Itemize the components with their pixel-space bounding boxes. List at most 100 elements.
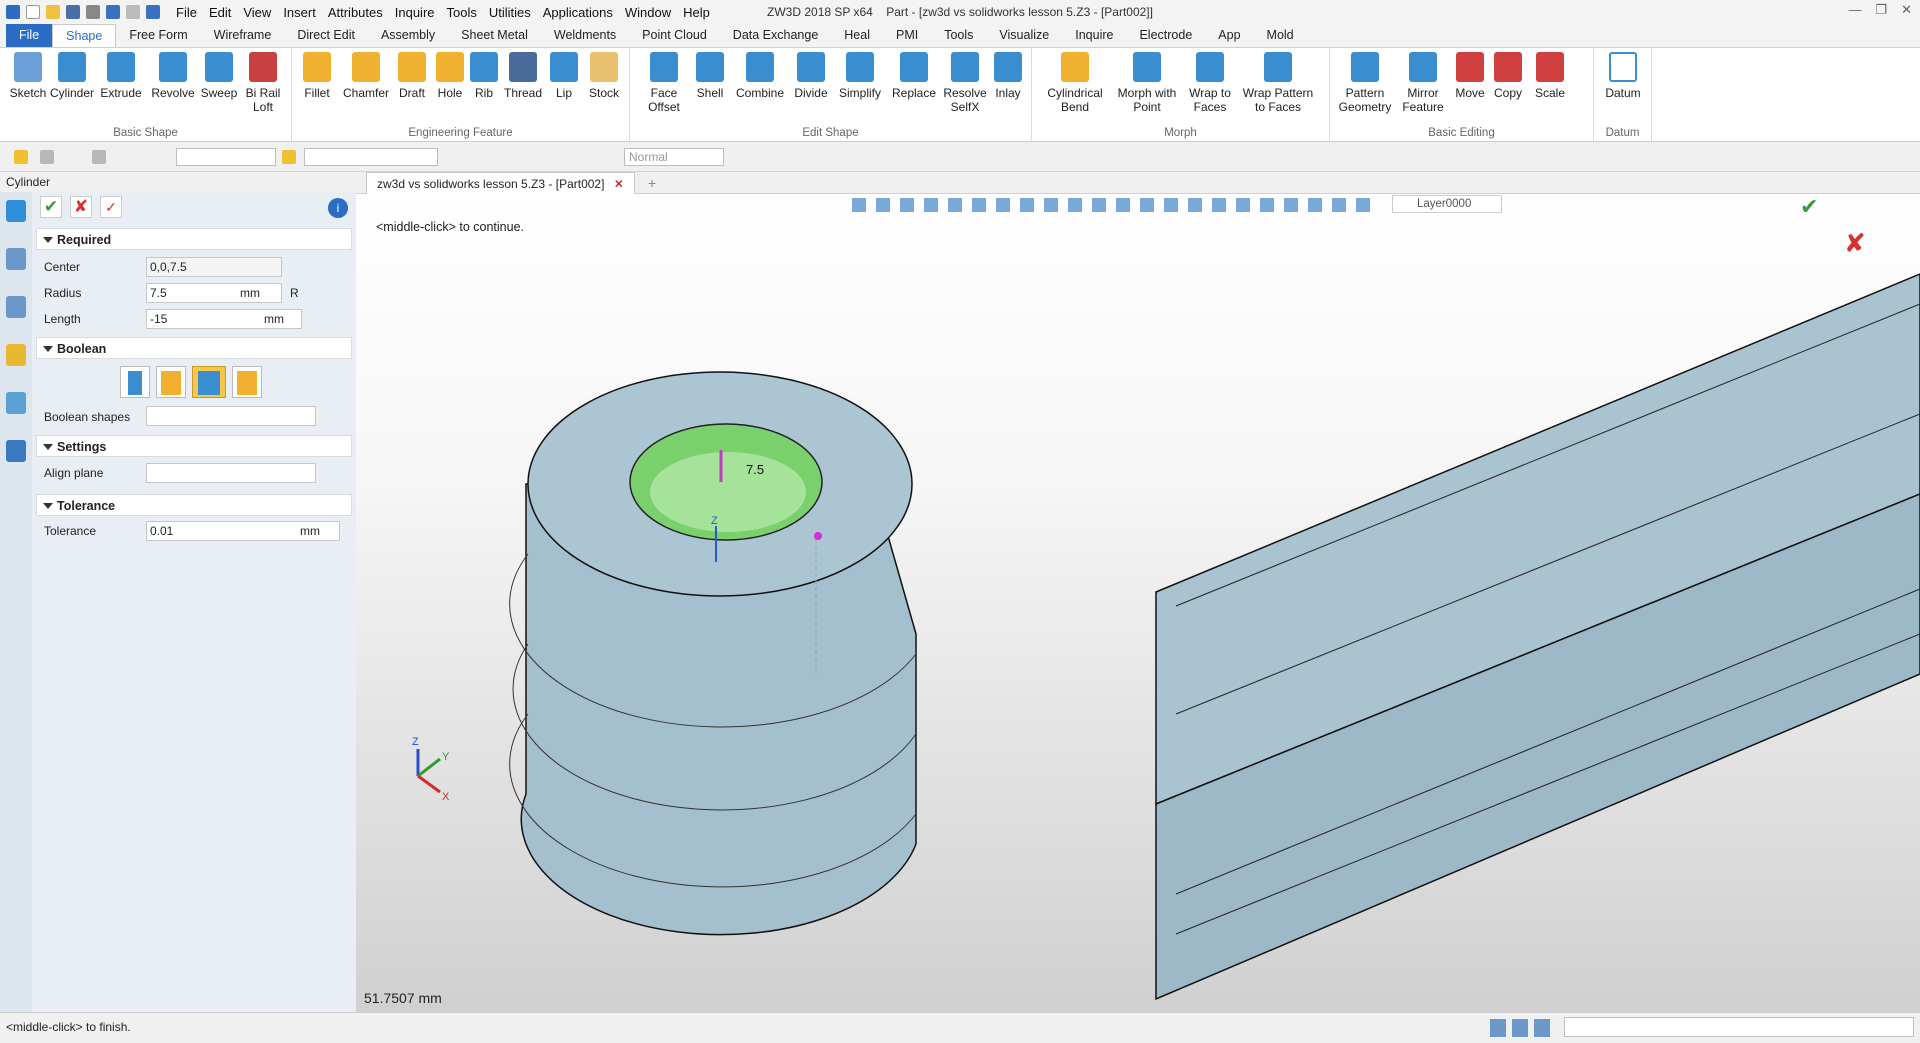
command-input[interactable]: [1564, 1017, 1914, 1037]
tab-shape[interactable]: Shape: [52, 24, 117, 47]
pattern-geometry-button[interactable]: Pattern Geometry: [1334, 52, 1396, 114]
move-button[interactable]: Move: [1452, 52, 1488, 100]
style-combo[interactable]: Normal: [624, 148, 724, 166]
redo-icon[interactable]: [126, 5, 140, 19]
boolean-remove-icon[interactable]: [192, 366, 226, 398]
tab-direct-edit[interactable]: Direct Edit: [284, 24, 368, 47]
copy-button[interactable]: Copy: [1490, 52, 1526, 100]
chamfer-button[interactable]: Chamfer: [340, 52, 392, 100]
undo-icon[interactable]: [106, 5, 120, 19]
save-icon[interactable]: [66, 5, 80, 19]
menu-view[interactable]: View: [243, 5, 271, 20]
menu-window[interactable]: Window: [625, 5, 671, 20]
hole-button[interactable]: Hole: [432, 52, 468, 100]
scale-button[interactable]: Scale: [1530, 52, 1570, 100]
tab-weldments[interactable]: Weldments: [541, 24, 629, 47]
radius-field[interactable]: 7.5: [146, 283, 282, 303]
tab-pmi[interactable]: PMI: [883, 24, 931, 47]
section-tolerance[interactable]: Tolerance: [36, 494, 352, 516]
shell-button[interactable]: Shell: [688, 52, 732, 100]
rib-button[interactable]: Rib: [468, 52, 500, 100]
inlay-button[interactable]: Inlay: [988, 52, 1028, 100]
face-offset-button[interactable]: Face Offset: [640, 52, 688, 114]
tab-wireframe[interactable]: Wireframe: [201, 24, 285, 47]
menu-inquire[interactable]: Inquire: [395, 5, 435, 20]
morph-with-point-button[interactable]: Morph with Point: [1112, 52, 1182, 114]
menu-attributes[interactable]: Attributes: [328, 5, 383, 20]
document-tab[interactable]: zw3d vs solidworks lesson 5.Z3 - [Part00…: [366, 172, 635, 194]
minimize-icon[interactable]: —: [1848, 2, 1861, 18]
boolean-shapes-field[interactable]: [146, 406, 316, 426]
filter-combo[interactable]: [176, 148, 276, 166]
tab-close-icon[interactable]: ✕: [614, 177, 624, 191]
snap-icon[interactable]: [92, 150, 106, 164]
view-icon[interactable]: [6, 392, 26, 414]
radius-flag[interactable]: R: [290, 286, 299, 300]
ok-button[interactable]: ✔: [40, 196, 62, 218]
align-plane-field[interactable]: [146, 463, 316, 483]
tab-free-form[interactable]: Free Form: [116, 24, 200, 47]
menu-insert[interactable]: Insert: [283, 5, 316, 20]
menu-applications[interactable]: Applications: [543, 5, 613, 20]
lip-button[interactable]: Lip: [546, 52, 582, 100]
cylindrical-bend-button[interactable]: Cylindrical Bend: [1040, 52, 1110, 114]
part-icon[interactable]: [6, 344, 26, 366]
section-settings[interactable]: Settings: [36, 435, 352, 457]
tree-icon[interactable]: [6, 296, 26, 318]
history-icon[interactable]: [6, 248, 26, 270]
extrude-button[interactable]: Extrude: [96, 52, 146, 100]
wrap-to-faces-button[interactable]: Wrap to Faces: [1184, 52, 1236, 114]
tab-visualize[interactable]: Visualize: [986, 24, 1062, 47]
highlight-icon[interactable]: [282, 150, 296, 164]
simplify-button[interactable]: Simplify: [834, 52, 886, 100]
mirror-feature-button[interactable]: Mirror Feature: [1396, 52, 1450, 114]
info-icon[interactable]: i: [328, 198, 348, 218]
sweep-button[interactable]: Sweep: [198, 52, 240, 100]
datum-button[interactable]: Datum: [1602, 52, 1644, 100]
refresh-icon[interactable]: [146, 5, 160, 19]
pick-icon[interactable]: [14, 150, 28, 164]
stock-button[interactable]: Stock: [582, 52, 626, 100]
part-model[interactable]: 7.5 Z Z Y X: [356, 194, 1920, 1012]
status-icons[interactable]: [1490, 1019, 1550, 1037]
tab-data-exchange[interactable]: Data Exchange: [720, 24, 831, 47]
tab-assembly[interactable]: Assembly: [368, 24, 448, 47]
revolve-button[interactable]: Revolve: [148, 52, 198, 100]
boolean-add-icon[interactable]: [156, 366, 186, 398]
menu-edit[interactable]: Edit: [209, 5, 231, 20]
tab-file[interactable]: File: [6, 24, 53, 47]
wrap-pattern-to-faces-button[interactable]: Wrap Pattern to Faces: [1238, 52, 1318, 114]
restore-icon[interactable]: ❐: [1875, 2, 1887, 18]
section-required[interactable]: Required: [36, 228, 352, 250]
sketch-button[interactable]: Sketch: [6, 52, 50, 100]
boolean-base-icon[interactable]: [120, 366, 150, 398]
cancel-button[interactable]: ✘: [70, 196, 92, 218]
selection-combo[interactable]: [304, 148, 438, 166]
cylinder-button[interactable]: Cylinder: [50, 52, 94, 100]
draft-button[interactable]: Draft: [392, 52, 432, 100]
tab-mold[interactable]: Mold: [1254, 24, 1307, 47]
tab-heal[interactable]: Heal: [831, 24, 883, 47]
user-icon[interactable]: [6, 440, 26, 462]
menu-tools[interactable]: Tools: [447, 5, 477, 20]
menu-utilities[interactable]: Utilities: [489, 5, 531, 20]
3d-viewport[interactable]: <middle-click> to continue. Layer0000 ✔ …: [356, 194, 1920, 1012]
combine-button[interactable]: Combine: [732, 52, 788, 100]
center-field[interactable]: 0,0,7.5: [146, 257, 282, 277]
tab-tools[interactable]: Tools: [931, 24, 986, 47]
section-boolean[interactable]: Boolean: [36, 337, 352, 359]
print-icon[interactable]: [86, 5, 100, 19]
apply-button[interactable]: ✓: [100, 196, 122, 218]
menu-file[interactable]: File: [176, 5, 197, 20]
filter-icon[interactable]: [40, 150, 54, 164]
close-icon[interactable]: ✕: [1901, 2, 1912, 18]
new-tab-icon[interactable]: +: [648, 175, 656, 191]
thread-button[interactable]: Thread: [500, 52, 546, 100]
bi-rail-loft-button[interactable]: Bi Rail Loft: [240, 52, 286, 114]
divide-button[interactable]: Divide: [788, 52, 834, 100]
tab-app[interactable]: App: [1205, 24, 1253, 47]
menu-help[interactable]: Help: [683, 5, 710, 20]
cylinder-tool-icon[interactable]: [6, 200, 26, 222]
new-icon[interactable]: [26, 5, 40, 19]
open-icon[interactable]: [46, 5, 60, 19]
